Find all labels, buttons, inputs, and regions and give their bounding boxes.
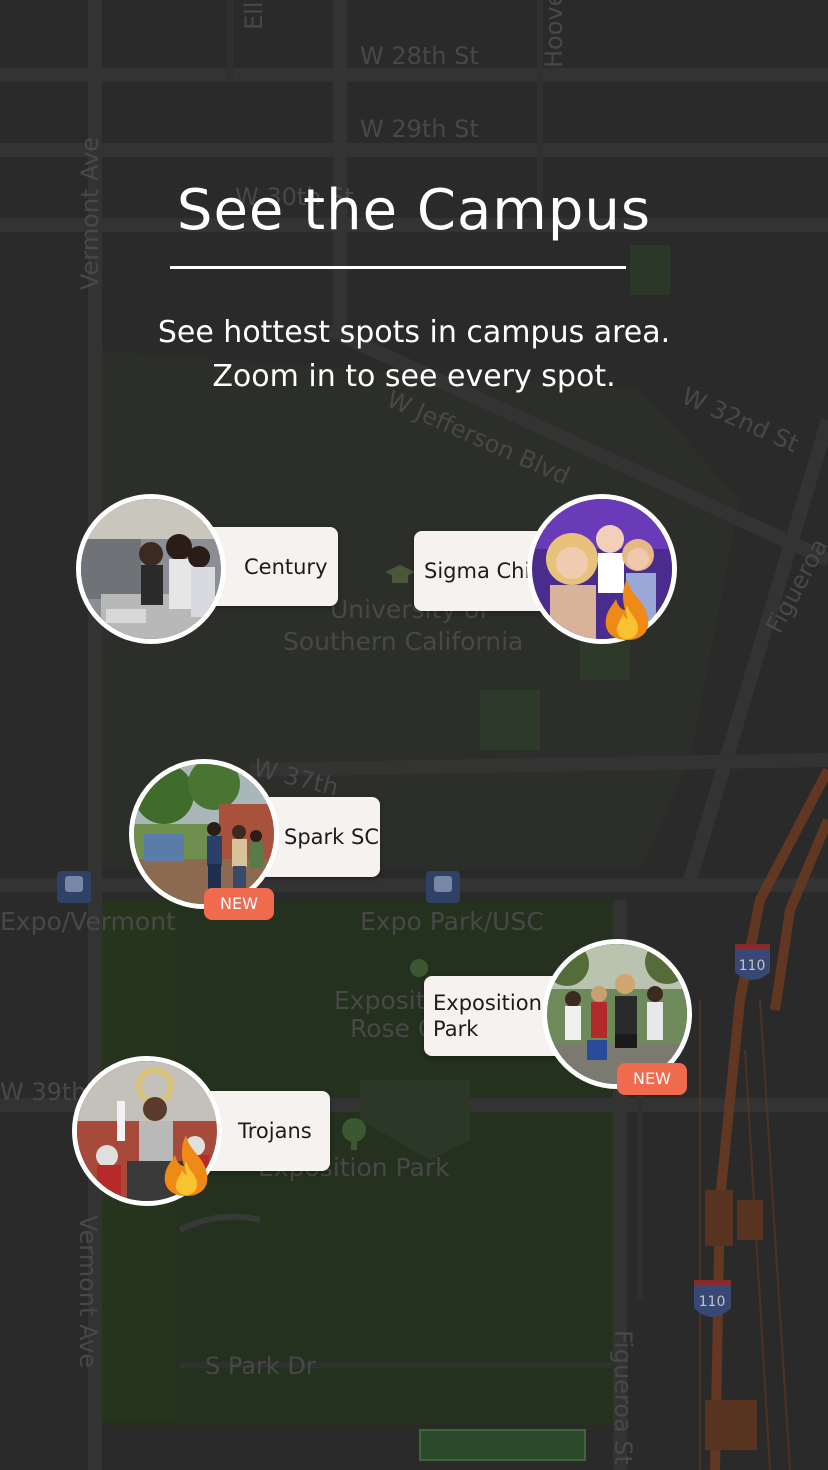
new-badge: NEW: [617, 1063, 687, 1095]
flame-icon: [164, 1135, 208, 1196]
street-w29: W 29th St: [360, 115, 479, 143]
subtitle-line-1: See hottest spots in campus area.: [157, 315, 671, 350]
street-hoover: Hoover: [540, 0, 568, 68]
place-rose-line1: Expositi: [334, 986, 432, 1015]
spot-label: Sigma Chi: [424, 559, 531, 583]
train-icon: [57, 871, 91, 903]
street-figueroa-bottom: Figueroa St: [609, 1330, 637, 1465]
place-expo-park-usc: Expo Park/USC: [360, 907, 544, 936]
spot-photo[interactable]: [129, 759, 279, 909]
flame-icon: [605, 579, 649, 640]
svg-text:110: 110: [739, 958, 766, 974]
leaf-icon: [410, 959, 428, 977]
street-w28: W 28th St: [360, 42, 479, 70]
place-expo-vermont: Expo/Vermont: [0, 907, 176, 936]
title-underline: [170, 266, 626, 269]
page-title: See the Campus: [176, 178, 652, 243]
street-vermont-bottom: Vermont Ave: [74, 1215, 102, 1368]
place-usc-line2: Southern California: [283, 627, 523, 656]
train-icon: [426, 871, 460, 903]
street-ell: Ell: [240, 2, 268, 31]
street-park-dr: S Park Dr: [205, 1352, 316, 1380]
svg-text:110: 110: [699, 1294, 726, 1310]
highway-shield-icon: 110: [694, 1280, 731, 1317]
new-badge: NEW: [204, 888, 274, 920]
subtitle-line-2: Zoom in to see every spot.: [212, 359, 616, 394]
spot-photo[interactable]: [76, 494, 226, 644]
spot-label: Spark SC: [284, 825, 379, 849]
spot-label: Century: [244, 554, 328, 579]
highway-shield-icon: 110: [735, 944, 770, 980]
spot-label: Trojans: [238, 1119, 312, 1143]
